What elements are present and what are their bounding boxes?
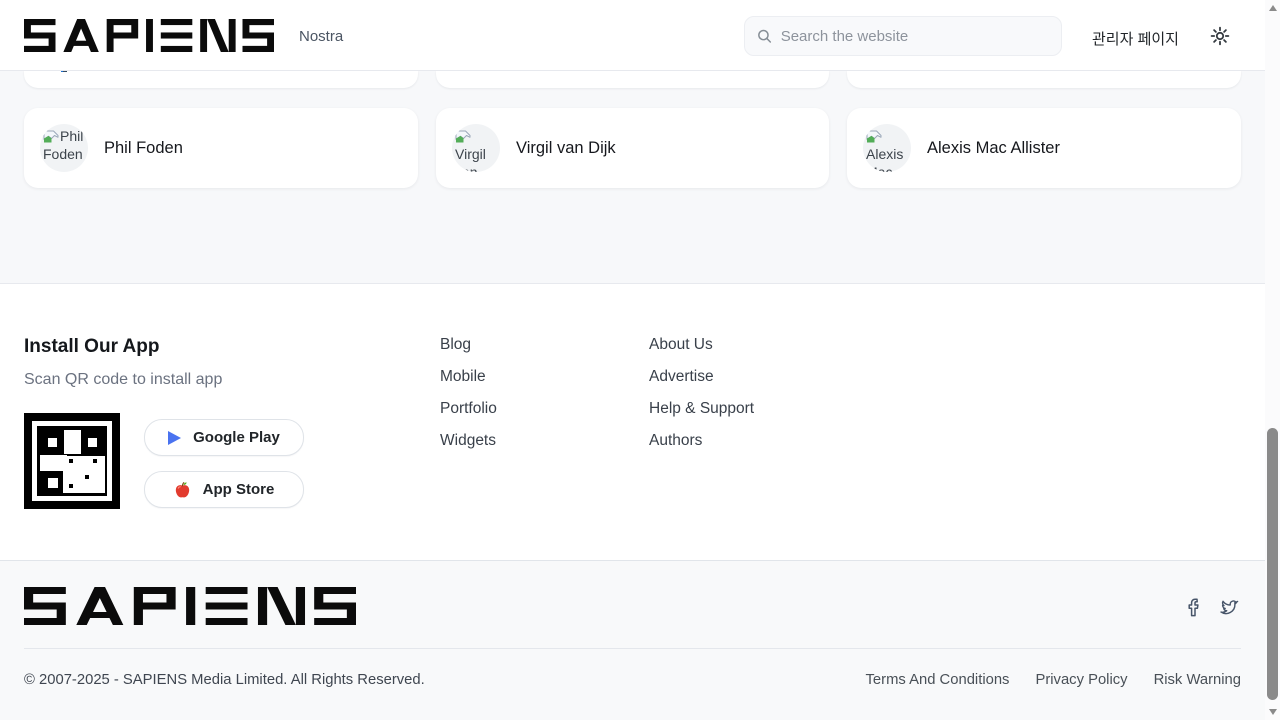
footer: Install Our App Scan QR code to install … — [0, 283, 1265, 560]
social-links — [1186, 598, 1239, 617]
risk-warning-link[interactable]: Risk Warning — [1154, 672, 1241, 688]
facebook-icon — [1186, 598, 1202, 617]
copyright-text: © 2007-2025 - SAPIENS Media Limited. All… — [24, 672, 425, 688]
player-name: Phil Foden — [104, 139, 183, 158]
facebook-button[interactable] — [1186, 598, 1202, 617]
card-virgil-van-dijk[interactable]: Virgil van Dijk Virgil van Dijk — [436, 108, 829, 188]
settings-button[interactable] — [1210, 26, 1230, 46]
twitter-icon — [1219, 599, 1239, 616]
google-play-button[interactable]: Google Play — [144, 419, 304, 456]
footer-link-about-us[interactable]: About Us — [649, 336, 713, 353]
search-input[interactable] — [781, 28, 1049, 45]
scrollbar-thumb[interactable] — [1267, 428, 1278, 700]
avatar: Phil Foden — [40, 124, 88, 172]
broken-image-icon — [43, 130, 59, 143]
apple-icon — [174, 481, 191, 499]
footer-link-portfolio[interactable]: Portfolio — [440, 400, 497, 417]
avatar-alt-text: Alexis Mac Allister — [866, 146, 908, 172]
cutoff-card[interactable] — [847, 71, 1241, 88]
scroll-up-arrow[interactable] — [1269, 5, 1277, 11]
footer-links-column-2: About Us Advertise Help & Support Author… — [649, 337, 754, 465]
cutoff-card[interactable] — [436, 71, 829, 88]
cutoff-card[interactable] — [24, 71, 418, 88]
privacy-policy-link[interactable]: Privacy Policy — [1035, 672, 1127, 688]
footer-divider — [24, 648, 1241, 649]
footer-link-authors[interactable]: Authors — [649, 432, 702, 449]
search-bar[interactable] — [744, 16, 1062, 56]
qr-code — [24, 413, 120, 509]
install-app-title: Install Our App — [24, 336, 159, 358]
sapiens-logo[interactable] — [24, 19, 274, 52]
google-play-label: Google Play — [193, 429, 280, 446]
footer-link-help-support[interactable]: Help & Support — [649, 400, 754, 417]
vertical-scrollbar[interactable] — [1265, 0, 1280, 720]
search-icon — [757, 28, 772, 44]
scroll-down-arrow[interactable] — [1269, 709, 1277, 715]
avatar: Virgil van Dijk — [452, 124, 500, 172]
avatar: Alexis Mac Allister — [863, 124, 911, 172]
footer-link-widgets[interactable]: Widgets — [440, 432, 496, 449]
install-app-subtitle: Scan QR code to install app — [24, 371, 222, 389]
broken-image-icon — [866, 130, 882, 143]
site-subtitle: Nostra — [299, 28, 343, 45]
footer-link-mobile[interactable]: Mobile — [440, 368, 486, 385]
card-alexis-mac-allister[interactable]: Alexis Mac Allister Alexis Mac Allister — [847, 108, 1241, 188]
player-name: Virgil van Dijk — [516, 139, 616, 158]
app-store-label: App Store — [203, 481, 275, 498]
twitter-button[interactable] — [1219, 599, 1239, 616]
sapiens-footer-logo — [24, 587, 356, 625]
footer-links-column-1: Blog Mobile Portfolio Widgets — [440, 337, 497, 465]
top-navbar: Nostra 관리자 페이지 — [0, 0, 1265, 71]
gear-icon — [1210, 26, 1230, 46]
card-phil-foden[interactable]: Phil Foden Phil Foden — [24, 108, 418, 188]
google-play-icon — [168, 431, 181, 445]
legal-links: Terms And Conditions Privacy Policy Risk… — [866, 672, 1241, 688]
admin-page-link[interactable]: 관리자 페이지 — [1092, 28, 1179, 49]
footer-link-blog[interactable]: Blog — [440, 336, 471, 353]
avatar-alt-text: Virgil van Dijk — [455, 146, 486, 172]
app-store-button[interactable]: App Store — [144, 471, 304, 508]
broken-image-icon — [455, 130, 471, 143]
terms-link[interactable]: Terms And Conditions — [866, 672, 1010, 688]
player-name: Alexis Mac Allister — [927, 139, 1060, 158]
footer-link-advertise[interactable]: Advertise — [649, 368, 714, 385]
footer-bottom-bar: © 2007-2025 - SAPIENS Media Limited. All… — [0, 560, 1265, 720]
